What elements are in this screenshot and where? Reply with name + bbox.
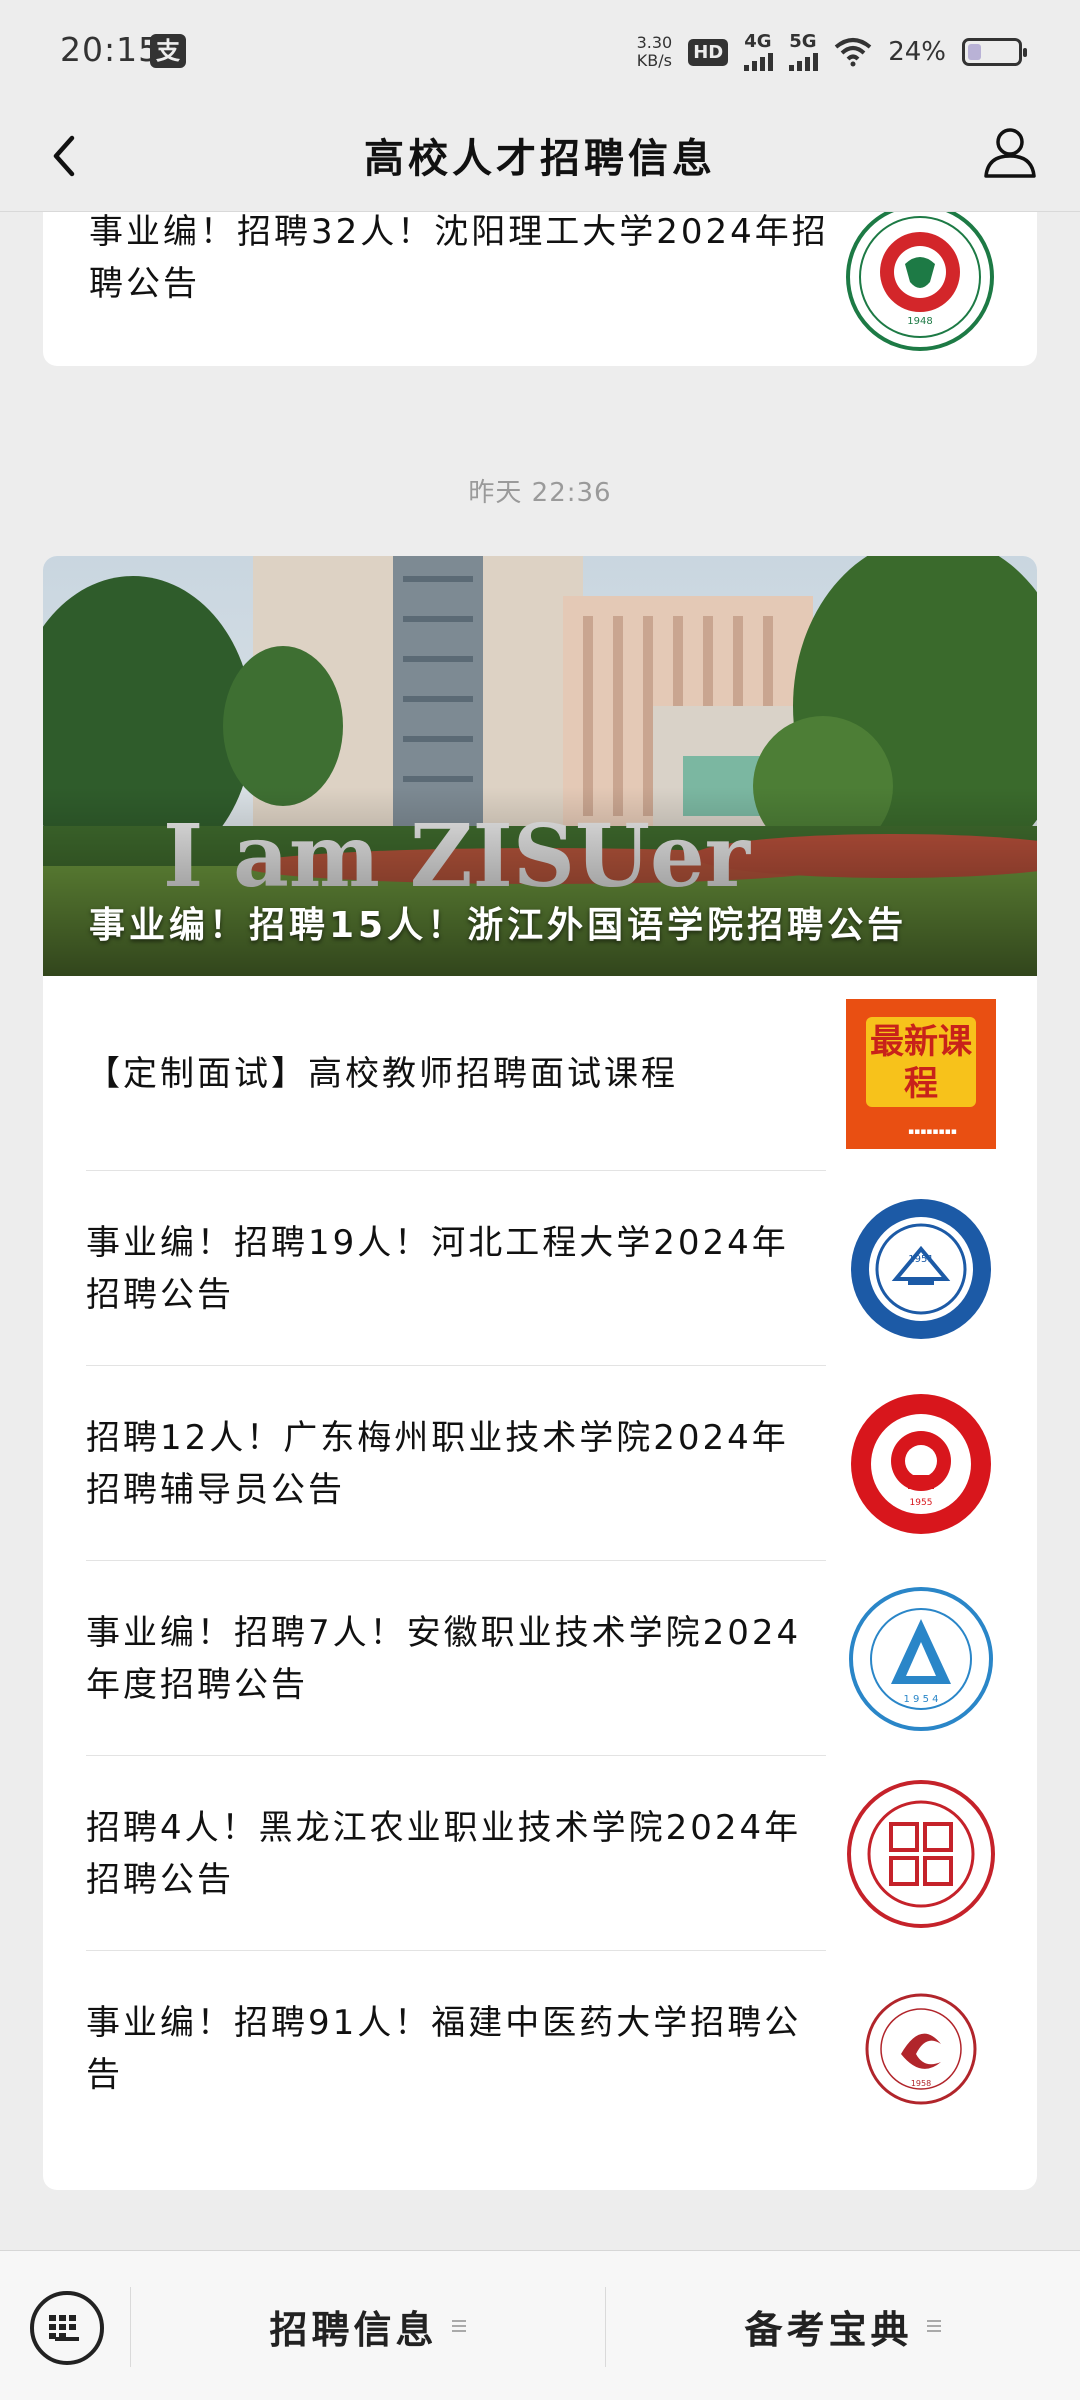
message-timestamp: 昨天 22:36 <box>468 478 612 508</box>
article-title[interactable]: 招聘4人！黑龙江农业职业技术学院2024年招聘公告 <box>86 1802 806 1906</box>
battery-icon <box>962 38 1027 66</box>
menu-label: 备考宝典 <box>744 2307 913 2352</box>
course-thumbnail: 最新课程 ▪▪▪▪▪▪▪▪ <box>846 998 996 1149</box>
profile-icon[interactable] <box>980 122 1040 182</box>
article-title[interactable]: 事业编！招聘19人！河北工程大学2024年招聘公告 <box>86 1217 806 1321</box>
article-title[interactable]: 【定制面试】高校教师招聘面试课程 <box>86 1048 806 1100</box>
signal-4g-icon: 4G <box>744 31 774 71</box>
list-item[interactable]: 招聘12人！广东梅州职业技术学院2024年招聘辅导员公告 1955 <box>86 1366 1037 1561</box>
page-title: 高校人才招聘信息 <box>364 136 716 182</box>
list-item[interactable]: 事业编！招聘19人！河北工程大学2024年招聘公告 1951 <box>86 1171 1037 1366</box>
menu-recruitment-info[interactable]: 招聘信息 <box>130 2251 605 2400</box>
heilongjiang-agricultural-college-logo <box>847 1779 995 1928</box>
article-card: I am ZISUer 事业编！招聘15人！浙江外国语学院招聘公告 【定制面试】… <box>43 556 1037 2190</box>
svg-text:1 9 5 4: 1 9 5 4 <box>904 1694 939 1705</box>
meizhou-polytechnic-logo: 1955 <box>851 1393 991 1534</box>
svg-text:1958: 1958 <box>911 2079 931 2088</box>
svg-text:1951: 1951 <box>908 1254 933 1265</box>
net2-label: 5G <box>789 31 817 52</box>
article-title[interactable]: 事业编！招聘7人！安徽职业技术学院2024年度招聘公告 <box>86 1607 806 1711</box>
fujian-tcm-university-logo: 1958 <box>865 1993 977 2104</box>
article-title[interactable]: 招聘12人！广东梅州职业技术学院2024年招聘辅导员公告 <box>86 1412 806 1516</box>
article-card-previous[interactable]: 事业编！招聘32人！沈阳理工大学2024年招聘公告 1948 <box>43 212 1037 366</box>
signal-5g-icon: 5G <box>789 31 819 71</box>
list-item[interactable]: 【定制面试】高校教师招聘面试课程 最新课程 ▪▪▪▪▪▪▪▪ <box>86 976 1037 1171</box>
hero-article[interactable]: I am ZISUer 事业编！招聘15人！浙江外国语学院招聘公告 <box>43 556 1037 976</box>
list-item[interactable]: 事业编！招聘7人！安徽职业技术学院2024年度招聘公告 1 9 5 4 <box>86 1561 1037 1756</box>
hero-title[interactable]: 事业编！招聘15人！浙江外国语学院招聘公告 <box>89 896 907 948</box>
bottom-menu-bar: 招聘信息 备考宝典 <box>0 2250 1080 2400</box>
speed-unit: KB/s <box>636 51 672 70</box>
svg-text:1948: 1948 <box>907 316 932 327</box>
anhui-vocational-college-logo: 1 9 5 4 <box>849 1586 993 1731</box>
menu-label: 招聘信息 <box>269 2307 438 2352</box>
menu-exam-prep[interactable]: 备考宝典 <box>605 2251 1080 2400</box>
article-title[interactable]: 事业编！招聘91人！福建中医药大学招聘公告 <box>86 1997 806 2101</box>
alipay-icon: 支 <box>150 34 186 68</box>
list-item[interactable]: 事业编！招聘91人！福建中医药大学招聘公告 1958 <box>86 1951 1037 2146</box>
nav-bar: 高校人才招聘信息 <box>0 100 1080 212</box>
battery-text: 24% <box>888 37 946 67</box>
status-indicators: 3.30 KB/s HD 4G 5G 24% <box>637 30 1027 74</box>
hebei-engineering-university-logo: 1951 <box>851 1198 991 1339</box>
net1-label: 4G <box>744 31 772 52</box>
list-item[interactable]: 招聘4人！黑龙江农业职业技术学院2024年招聘公告 <box>86 1756 1037 1951</box>
status-bar: 20:15 支 3.30 KB/s HD 4G 5G 24% <box>0 0 1080 100</box>
wifi-icon <box>834 38 872 67</box>
keyboard-icon[interactable] <box>30 2291 104 2365</box>
svg-text:1955: 1955 <box>910 1498 933 1508</box>
university-logo: 1948 <box>846 212 994 351</box>
submenu-icon <box>451 2320 466 2332</box>
network-speed: 3.30 KB/s <box>637 34 673 70</box>
status-time: 20:15 <box>60 30 161 69</box>
course-tile-text: 最新课程 <box>866 1016 976 1107</box>
hd-icon: HD <box>688 38 729 66</box>
article-title[interactable]: 事业编！招聘32人！沈阳理工大学2024年招聘公告 <box>89 212 839 310</box>
speed-value: 3.30 <box>636 33 673 52</box>
submenu-icon <box>926 2320 941 2332</box>
